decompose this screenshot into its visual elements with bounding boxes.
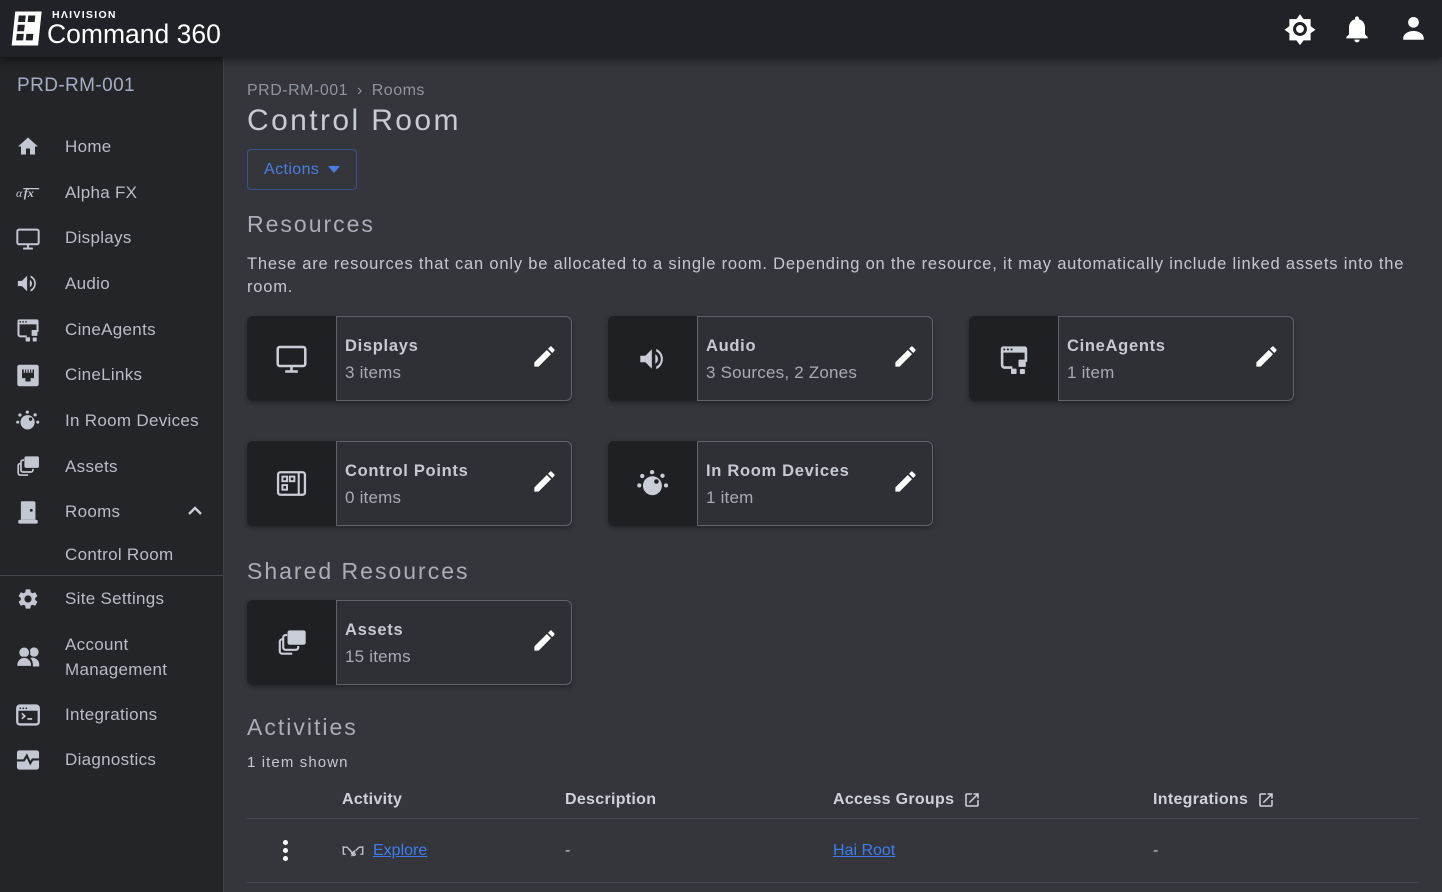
svg-text:α: α (16, 186, 23, 200)
